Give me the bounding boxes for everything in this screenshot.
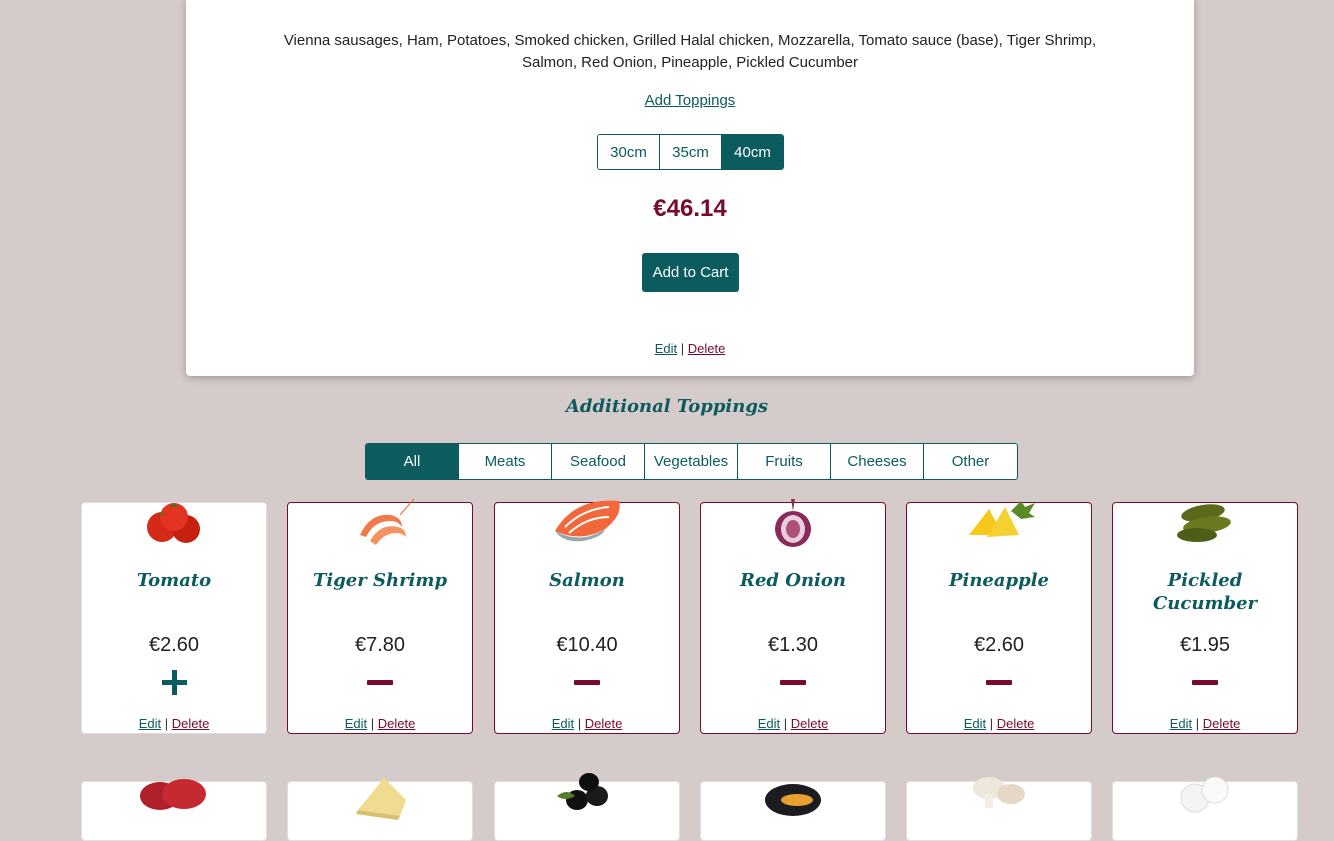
product-actions: Edit | Delete bbox=[186, 341, 1194, 356]
pizza-price: €46.14 bbox=[653, 195, 727, 222]
separator: | bbox=[577, 716, 582, 731]
edit-topping-link[interactable]: Edit bbox=[345, 716, 367, 731]
remove-topping-minus-icon[interactable] bbox=[1190, 667, 1220, 697]
separator: | bbox=[783, 716, 788, 731]
delete-product-link[interactable]: Delete bbox=[688, 341, 726, 356]
remove-topping-minus-icon[interactable] bbox=[572, 667, 602, 697]
additional-toppings-heading: Additional Toppings bbox=[565, 396, 769, 417]
filter-seafood[interactable]: Seafood bbox=[552, 444, 645, 479]
topping-price: €1.30 bbox=[767, 634, 819, 656]
delete-topping-link[interactable]: Delete bbox=[997, 716, 1035, 731]
remove-topping-minus-icon[interactable] bbox=[984, 667, 1014, 697]
topping-category-filter: All Meats Seafood Vegetables Fruits Chee… bbox=[365, 443, 1018, 480]
separator: | bbox=[680, 341, 685, 356]
topping-card-pineapple: Pineapple €2.60 Edit | Delete bbox=[906, 501, 1092, 734]
add-topping-plus-icon[interactable] bbox=[159, 667, 189, 697]
mushroom-image bbox=[973, 777, 1025, 808]
filter-cheeses[interactable]: Cheeses bbox=[831, 444, 924, 479]
red-onion-image bbox=[775, 499, 811, 547]
add-to-cart-button[interactable]: Add to Cart bbox=[642, 253, 739, 292]
tomato-image bbox=[147, 503, 200, 543]
topping-name: Pickled Cucumber bbox=[1152, 570, 1258, 614]
topping-card-olives bbox=[494, 773, 680, 841]
remove-topping-minus-icon[interactable] bbox=[365, 667, 395, 697]
separator: | bbox=[370, 716, 375, 731]
size-option-30cm[interactable]: 30cm bbox=[598, 135, 660, 169]
topping-card-red-onion: Red Onion €1.30 Edit | Delete bbox=[700, 499, 886, 734]
topping-name: Red Onion bbox=[740, 570, 846, 591]
filter-all[interactable]: All bbox=[366, 444, 459, 479]
separator: | bbox=[1195, 716, 1200, 731]
delete-topping-link[interactable]: Delete bbox=[172, 716, 210, 731]
size-selector: 30cm 35cm 40cm bbox=[597, 134, 784, 170]
delete-topping-link[interactable]: Delete bbox=[378, 716, 416, 731]
separator: | bbox=[164, 716, 169, 731]
pizza-ingredients: Vienna sausages, Ham, Potatoes, Smoked c… bbox=[283, 32, 1097, 71]
topping-card-tomato: Tomato €2.60 Edit | Delete bbox=[81, 502, 267, 734]
edit-topping-link[interactable]: Edit bbox=[1170, 716, 1192, 731]
topping-card-mushroom bbox=[906, 777, 1092, 841]
topping-actions: Edit | Delete bbox=[701, 716, 885, 731]
edit-topping-link[interactable]: Edit bbox=[964, 716, 986, 731]
topping-card-salami bbox=[81, 779, 267, 841]
cheese-image bbox=[356, 778, 406, 820]
topping-name: Tiger Shrimp bbox=[312, 570, 448, 591]
delete-topping-link[interactable]: Delete bbox=[791, 716, 829, 731]
edit-topping-link[interactable]: Edit bbox=[139, 716, 161, 731]
topping-actions: Edit | Delete bbox=[288, 716, 472, 731]
remove-topping-minus-icon[interactable] bbox=[778, 667, 808, 697]
shrimp-image bbox=[360, 498, 415, 545]
topping-actions: Edit | Delete bbox=[495, 716, 679, 731]
mozzarella-image bbox=[1180, 776, 1229, 813]
edit-product-link[interactable]: Edit bbox=[655, 341, 677, 356]
topping-actions: Edit | Delete bbox=[1113, 716, 1297, 731]
size-option-35cm[interactable]: 35cm bbox=[660, 135, 722, 169]
topping-name: Tomato bbox=[136, 570, 212, 591]
delete-topping-link[interactable]: Delete bbox=[585, 716, 623, 731]
filter-other[interactable]: Other bbox=[924, 444, 1017, 479]
edit-topping-link[interactable]: Edit bbox=[552, 716, 574, 731]
topping-card-salmon: Salmon €10.40 Edit | Delete bbox=[494, 500, 680, 734]
pickles-image bbox=[1177, 504, 1231, 542]
topping-card-tiger-shrimp: Tiger Shrimp €7.80 Edit | Delete bbox=[287, 498, 473, 734]
add-toppings-link[interactable]: Add Toppings bbox=[645, 92, 736, 109]
topping-price: €2.60 bbox=[973, 634, 1025, 656]
olives-image bbox=[557, 773, 608, 810]
topping-price: €1.95 bbox=[1179, 634, 1231, 656]
topping-card-cheese bbox=[287, 778, 473, 841]
pineapple-image bbox=[969, 501, 1035, 537]
topping-price: €10.40 bbox=[556, 634, 618, 656]
topping-card-pickled-cucumber: Pickled Cucumber €1.95 Edit | Delete bbox=[1112, 502, 1298, 734]
edit-topping-link[interactable]: Edit bbox=[758, 716, 780, 731]
topping-actions: Edit | Delete bbox=[82, 716, 266, 731]
topping-price: €7.80 bbox=[354, 634, 406, 656]
pizza-product-card: Vienna sausages, Ham, Potatoes, Smoked c… bbox=[186, 0, 1194, 376]
topping-name: Pineapple bbox=[948, 570, 1050, 591]
size-option-40cm[interactable]: 40cm bbox=[722, 135, 783, 169]
filter-vegetables[interactable]: Vegetables bbox=[645, 444, 738, 479]
filter-fruits[interactable]: Fruits bbox=[738, 444, 831, 479]
salmon-image bbox=[555, 500, 620, 542]
filter-meats[interactable]: Meats bbox=[459, 444, 552, 479]
separator: | bbox=[989, 716, 994, 731]
add-toppings-row: Add Toppings bbox=[186, 92, 1194, 109]
mussel-image bbox=[765, 784, 821, 816]
delete-topping-link[interactable]: Delete bbox=[1203, 716, 1241, 731]
salami-image bbox=[140, 779, 206, 810]
topping-actions: Edit | Delete bbox=[907, 716, 1091, 731]
topping-name: Salmon bbox=[549, 570, 625, 591]
topping-price: €2.60 bbox=[148, 634, 200, 656]
topping-card-mussel bbox=[700, 781, 886, 841]
topping-card-mozzarella bbox=[1112, 776, 1298, 841]
